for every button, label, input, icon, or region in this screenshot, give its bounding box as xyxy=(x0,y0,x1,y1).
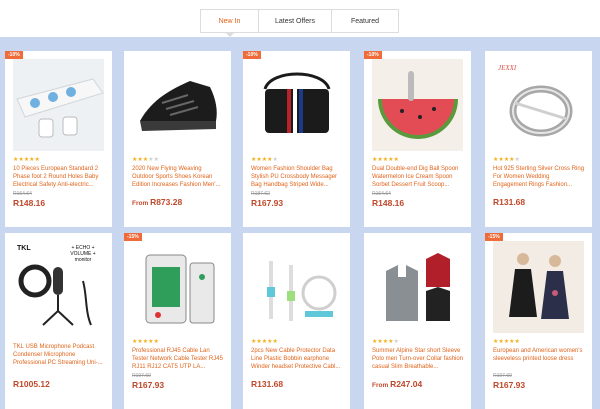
price: R167.93 xyxy=(132,380,165,390)
discount-badge: -10% xyxy=(364,51,382,59)
product-title[interactable]: Hot 925 Sterling Silver Cross Ring For W… xyxy=(493,165,585,189)
product-feature-note: + ECHO + VOLUME + monitor xyxy=(70,245,96,263)
rating-stars: ★★★★★ xyxy=(251,157,278,163)
product-title[interactable]: 10 Pieces European Standard 2 Phase foot… xyxy=(13,165,105,189)
rating-stars: ★★★★★ xyxy=(493,157,520,163)
rating-stars: ★★★★★ xyxy=(13,157,40,163)
power-socket-strip-image[interactable] xyxy=(13,59,104,151)
tab-group: New In Latest Offers Featured xyxy=(200,9,399,37)
product-title[interactable]: 2020 New Flying Weaving Outdoor Sports S… xyxy=(132,165,224,189)
price: R167.93 xyxy=(493,380,526,390)
price-value: R873.28 xyxy=(150,197,183,207)
tabs-bar: New In Latest Offers Featured xyxy=(0,0,600,37)
microphone-kit-image[interactable]: TKL + ECHO + VOLUME + monitor xyxy=(13,241,104,333)
product-card[interactable]: ★★★★★ 2020 New Flying Weaving Outdoor Sp… xyxy=(124,51,231,227)
rating-stars: ★★★★★ xyxy=(372,339,399,345)
brand-logo: JEXXI xyxy=(498,64,517,72)
black-shoe-image[interactable] xyxy=(132,59,223,151)
price-from-label: From xyxy=(132,200,151,207)
price: R167.93 xyxy=(251,198,284,208)
discount-badge: -15% xyxy=(124,233,142,241)
cable-tester-image[interactable] xyxy=(132,241,223,333)
brand-logo: TKL xyxy=(17,245,31,252)
price-value: R247.04 xyxy=(390,379,423,389)
price-from-label: From xyxy=(372,382,391,389)
discount-badge: -10% xyxy=(5,51,23,59)
product-title[interactable]: Summer Alpine Star short Sleeve Polo men… xyxy=(372,347,464,371)
product-card[interactable]: ★★★★★ Summer Alpine Star short Sleeve Po… xyxy=(364,233,471,409)
tab-new-in[interactable]: New In xyxy=(201,10,259,37)
product-card[interactable]: -15% ★★★★★ European and American women's… xyxy=(485,233,592,409)
cable-protector-image[interactable] xyxy=(251,241,342,333)
discount-badge: -15% xyxy=(485,233,503,241)
rating-stars: ★★★★★ xyxy=(372,157,399,163)
product-title[interactable]: Women Fashion Shoulder Bag Stylish PU Cr… xyxy=(251,165,343,189)
rating-stars: ★★★★★ xyxy=(132,339,159,345)
polo-shirts-image[interactable] xyxy=(372,241,463,333)
product-title[interactable]: TKL USB Microphone Podcast Condenser Mic… xyxy=(13,343,105,367)
discount-badge: -10% xyxy=(243,51,261,59)
product-title[interactable]: Dual Double-end Dig Ball Spoon Watermelo… xyxy=(372,165,464,189)
product-card[interactable]: -10% ★★★★★ Women Fashion Shoulder Bag St… xyxy=(243,51,350,227)
product-card[interactable]: -10% ★★★★★ Dual Double-end Dig Ball Spoo… xyxy=(364,51,471,227)
price: From R247.04 xyxy=(372,379,422,389)
old-price: R164.64 xyxy=(372,191,391,197)
product-grid: -10% ★★★★★ 10 Pieces European Standard 2… xyxy=(0,37,600,409)
product-card[interactable]: ★★★★★ 2pcs New Cable Protector Data Line… xyxy=(243,233,350,409)
price: R148.16 xyxy=(13,198,46,208)
product-title[interactable]: European and American women's sleeveless… xyxy=(493,347,585,371)
product-title[interactable]: 2pcs New Cable Protector Data Line Plast… xyxy=(251,347,343,371)
price: From R873.28 xyxy=(132,197,182,207)
old-price: R197.60 xyxy=(493,373,512,379)
tab-featured[interactable]: Featured xyxy=(332,10,398,32)
old-price: R197.60 xyxy=(132,373,151,379)
product-card[interactable]: TKL + ECHO + VOLUME + monitor TKL USB Mi… xyxy=(5,233,112,409)
product-card[interactable]: JEXXI ★★★★★ Hot 925 Sterling Silver Cros… xyxy=(485,51,592,227)
rating-stars: ★★★★★ xyxy=(493,339,520,345)
product-card[interactable]: -15% ★★★★★ Professional RJ45 Cable Lan T… xyxy=(124,233,231,409)
dress-image[interactable] xyxy=(493,241,584,333)
price: R131.68 xyxy=(493,197,526,207)
product-title[interactable]: Professional RJ45 Cable Lan Tester Netwo… xyxy=(132,347,224,371)
rating-stars: ★★★★★ xyxy=(132,157,159,163)
price: R148.16 xyxy=(372,198,405,208)
silver-ring-image[interactable]: JEXXI xyxy=(493,59,584,151)
tab-latest-offers[interactable]: Latest Offers xyxy=(259,10,332,32)
product-card[interactable]: -10% ★★★★★ 10 Pieces European Standard 2… xyxy=(5,51,112,227)
price: R131.68 xyxy=(251,379,284,389)
price: R1005.12 xyxy=(13,379,50,389)
old-price: R187.62 xyxy=(251,191,270,197)
rating-stars: ★★★★★ xyxy=(251,339,278,345)
shoulder-bag-image[interactable] xyxy=(251,59,342,151)
watermelon-spoon-image[interactable] xyxy=(372,59,463,151)
old-price: R164.64 xyxy=(13,191,32,197)
